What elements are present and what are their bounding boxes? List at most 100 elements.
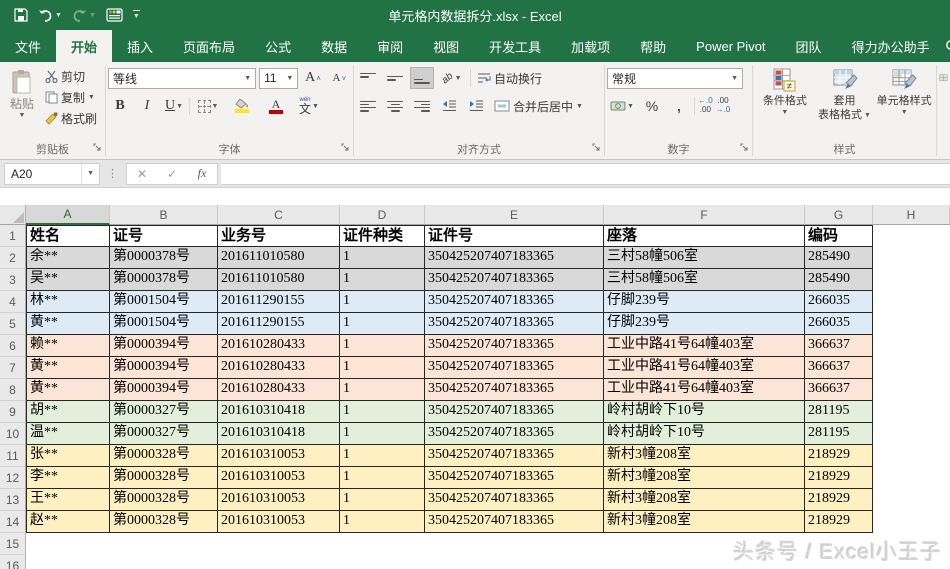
cell[interactable]: 350425207407183365 xyxy=(425,401,604,423)
number-dialog-launcher[interactable] xyxy=(740,139,749,157)
cell[interactable]: 218929 xyxy=(805,445,873,467)
orientation-button[interactable]: ab ▼ xyxy=(437,67,467,89)
row-header-2[interactable]: 2 xyxy=(0,247,26,269)
cell[interactable]: 1 xyxy=(340,467,425,489)
cell[interactable]: 工业中路41号64幢403室 xyxy=(604,357,805,379)
cell[interactable]: 第0000327号 xyxy=(110,401,218,423)
ribbon-tab-9[interactable]: 加载项 xyxy=(556,30,625,62)
cell[interactable]: 黄** xyxy=(26,313,110,335)
row-header-4[interactable]: 4 xyxy=(0,291,26,313)
cell[interactable]: 201610310053 xyxy=(218,445,340,467)
cell[interactable]: 编码 xyxy=(805,225,873,247)
cell[interactable]: 第0000378号 xyxy=(110,269,218,291)
cell[interactable]: 三村58幢506室 xyxy=(604,269,805,291)
row-header-1[interactable]: 1 xyxy=(0,225,26,247)
column-header-B[interactable]: B xyxy=(110,205,218,225)
wrap-text-button[interactable]: 自动换行 xyxy=(474,69,545,88)
format-as-table-button[interactable]: 套用 表格格式 ▼ xyxy=(815,65,875,123)
row-header-7[interactable]: 7 xyxy=(0,357,26,379)
cell[interactable]: 第0000328号 xyxy=(110,467,218,489)
cell[interactable]: 仔脚239号 xyxy=(604,313,805,335)
formula-input[interactable] xyxy=(221,162,950,185)
cell[interactable]: 第0000328号 xyxy=(110,489,218,511)
cell[interactable]: 岭村胡岭下10号 xyxy=(604,423,805,445)
name-box[interactable]: A20 ▼ xyxy=(4,162,100,185)
row-header-12[interactable]: 12 xyxy=(0,467,26,489)
cell[interactable]: 201611010580 xyxy=(218,269,340,291)
cell[interactable]: 第0000394号 xyxy=(110,357,218,379)
copy-button[interactable]: 复制 ▼ xyxy=(42,88,100,107)
cell[interactable]: 第0000394号 xyxy=(110,335,218,357)
column-header-D[interactable]: D xyxy=(340,205,425,225)
cell[interactable]: 证号 xyxy=(110,225,218,247)
row-header-15[interactable]: 15 xyxy=(0,533,26,555)
cell[interactable]: 1 xyxy=(340,247,425,269)
cell[interactable]: 266035 xyxy=(805,291,873,313)
cell[interactable]: 350425207407183365 xyxy=(425,269,604,291)
cell[interactable]: 1 xyxy=(340,291,425,313)
cell[interactable]: 余** xyxy=(26,247,110,269)
borders-button[interactable]: ▼ xyxy=(193,95,223,117)
cell[interactable]: 350425207407183365 xyxy=(425,445,604,467)
ribbon-tab-11[interactable]: Power Pivot xyxy=(681,30,780,62)
cell[interactable]: 1 xyxy=(340,511,425,533)
document-badge-button[interactable] xyxy=(106,8,123,22)
cell[interactable]: 工业中路41号64幢403室 xyxy=(604,335,805,357)
decrease-decimal-button[interactable]: .00 →.0 xyxy=(716,96,731,115)
cell[interactable]: 350425207407183365 xyxy=(425,511,604,533)
cell[interactable]: 证件种类 xyxy=(340,225,425,247)
cell[interactable]: 李** xyxy=(26,467,110,489)
cell[interactable]: 201610280433 xyxy=(218,379,340,401)
fill-color-button[interactable] xyxy=(226,95,258,117)
cell[interactable]: 201610310053 xyxy=(218,489,340,511)
row-header-16[interactable]: 16 xyxy=(0,555,26,569)
cell[interactable]: 第0001504号 xyxy=(110,313,218,335)
undo-button[interactable]: ▼ xyxy=(38,9,62,22)
cell[interactable]: 业务号 xyxy=(218,225,340,247)
select-all-corner[interactable] xyxy=(0,205,26,225)
align-middle-button[interactable] xyxy=(383,67,407,89)
ribbon-tab-0[interactable]: 文件 xyxy=(0,30,56,62)
font-size-combo[interactable]: 11 ▼ xyxy=(259,67,299,89)
cell[interactable]: 366637 xyxy=(805,379,873,401)
cell[interactable]: 新村3幢208室 xyxy=(604,445,805,467)
cell[interactable]: 新村3幢208室 xyxy=(604,467,805,489)
cell[interactable]: 350425207407183365 xyxy=(425,291,604,313)
cell[interactable]: 285490 xyxy=(805,247,873,269)
cell[interactable]: 仔脚239号 xyxy=(604,291,805,313)
cell[interactable]: 1 xyxy=(340,423,425,445)
cell[interactable]: 350425207407183365 xyxy=(425,379,604,401)
align-left-button[interactable] xyxy=(356,95,380,117)
cell[interactable]: 350425207407183365 xyxy=(425,423,604,445)
percent-style-button[interactable]: % xyxy=(640,95,664,117)
cell[interactable]: 王** xyxy=(26,489,110,511)
cell[interactable]: 201610310418 xyxy=(218,401,340,423)
bold-button[interactable]: B xyxy=(108,95,132,117)
ribbon-tab-5[interactable]: 数据 xyxy=(306,30,362,62)
row-header-14[interactable]: 14 xyxy=(0,511,26,533)
redo-button[interactable]: ▼ xyxy=(72,9,96,22)
row-header-13[interactable]: 13 xyxy=(0,489,26,511)
cell[interactable]: 366637 xyxy=(805,335,873,357)
cell[interactable]: 281195 xyxy=(805,401,873,423)
qat-customize-button[interactable]: ▼ xyxy=(132,10,140,20)
ribbon-tab-1[interactable]: 开始 xyxy=(56,30,113,62)
cell[interactable]: 1 xyxy=(340,269,425,291)
cell[interactable]: 新村3幢208室 xyxy=(604,489,805,511)
cell[interactable]: 第0000394号 xyxy=(110,379,218,401)
column-header-A[interactable]: A xyxy=(26,205,110,225)
row-header-5[interactable]: 5 xyxy=(0,313,26,335)
cancel-button[interactable]: ✕ xyxy=(127,167,157,181)
row-header-11[interactable]: 11 xyxy=(0,445,26,467)
cell[interactable]: 201610280433 xyxy=(218,335,340,357)
cell[interactable]: 赵** xyxy=(26,511,110,533)
align-center-button[interactable] xyxy=(383,95,407,117)
cell[interactable]: 姓名 xyxy=(26,225,110,247)
undo-dropdown-caret[interactable]: ▼ xyxy=(55,12,62,19)
accounting-format-button[interactable]: ▼ xyxy=(607,95,637,117)
cell[interactable]: 黄** xyxy=(26,357,110,379)
cell[interactable]: 366637 xyxy=(805,357,873,379)
row-header-9[interactable]: 9 xyxy=(0,401,26,423)
column-header-E[interactable]: E xyxy=(425,205,604,225)
font-color-button[interactable]: A xyxy=(261,95,291,117)
